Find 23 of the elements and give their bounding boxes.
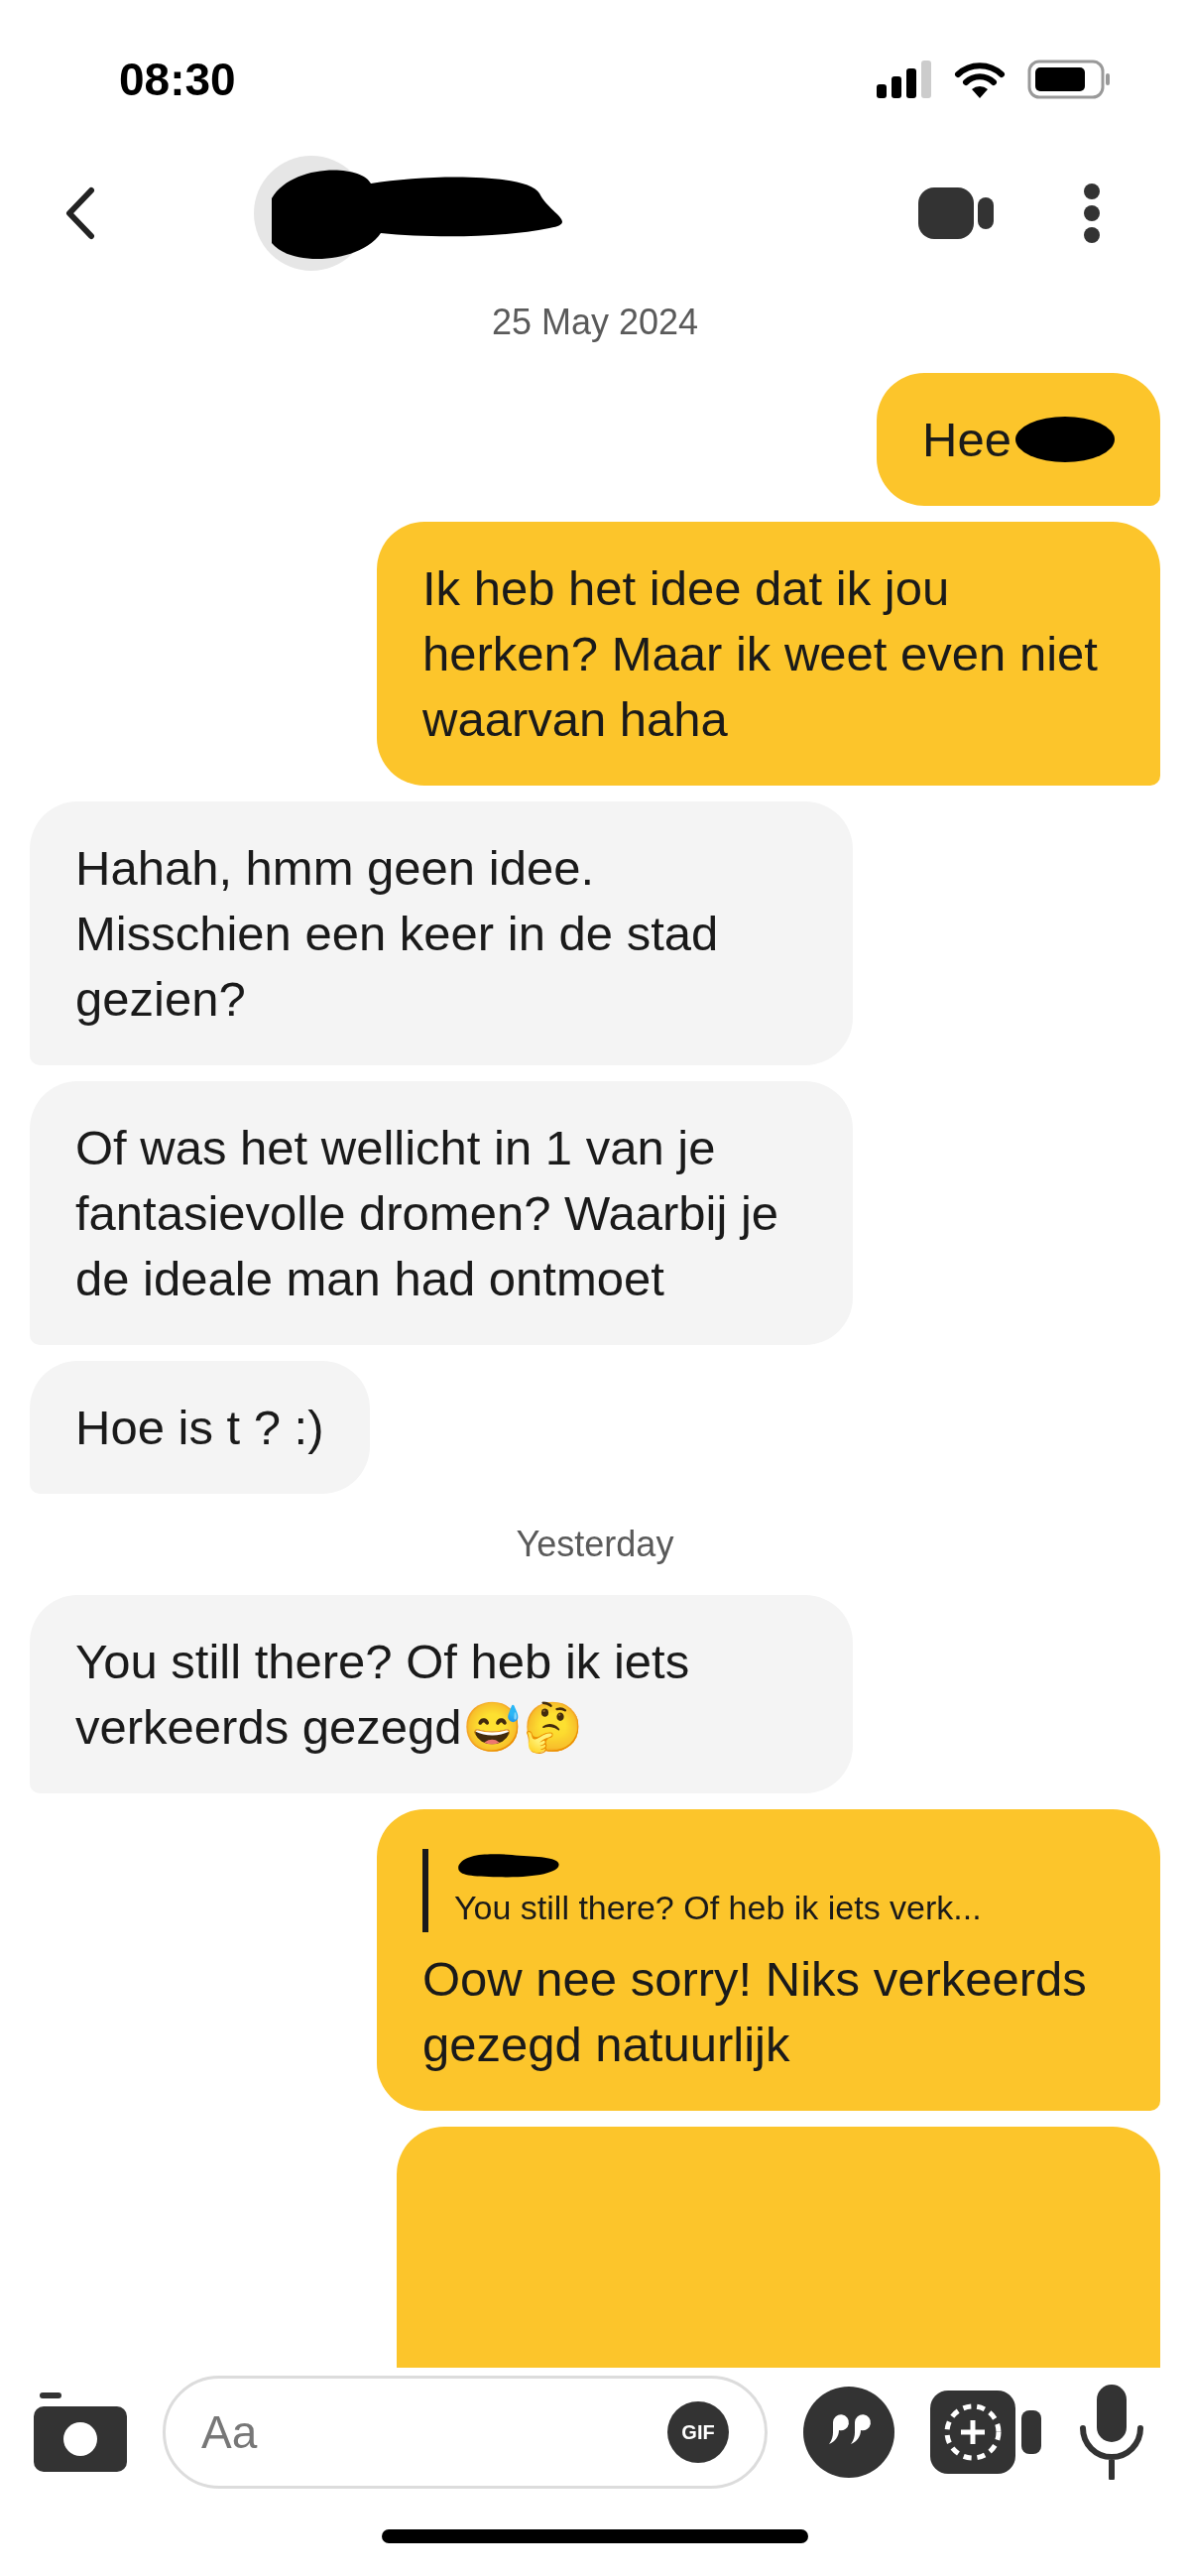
back-chevron-icon — [63, 186, 95, 240]
message-text: Hoe is t ? :) — [75, 1401, 324, 1454]
message-text: Ik heb het idee dat ik jou herken? Maar ik weet even niet waarvan haha — [422, 560, 1099, 748]
gif-button[interactable]: GIF — [667, 2401, 729, 2463]
microphone-icon[interactable] — [1077, 2385, 1146, 2480]
message-text: You still there? Of heb ik iets verkeerds gezegd😅🤔 — [75, 1635, 690, 1754]
video-add-icon[interactable] — [930, 2391, 1041, 2474]
more-options-icon[interactable] — [1083, 183, 1101, 244]
quote-icon[interactable] — [803, 2387, 894, 2478]
quoted-message: You still there? Of heb ik iets verk... — [454, 1888, 983, 1928]
message-text: Hahah, hmm geen idee. Misschien een keer in de stad gezien? — [75, 841, 719, 1026]
status-time: 08:30 — [119, 52, 236, 107]
signal-icon — [877, 61, 932, 98]
camera-icon[interactable] — [34, 2392, 127, 2472]
date-separator: 25 May 2024 — [491, 301, 699, 344]
video-camera-icon[interactable] — [918, 187, 994, 239]
message-text: Oow nee sorry! Niks verkeerds gezegd natuurlijk — [422, 1951, 1088, 2073]
battery-icon — [1027, 60, 1111, 99]
wifi-icon — [954, 61, 1006, 98]
date-separator: Yesterday — [516, 1523, 674, 1566]
message-text: Of was het wellicht in 1 van je fantasievolle dromen? Waarbij je de ideale man had ontmoet — [75, 1121, 779, 1305]
message-input-field[interactable]: Aa GIF — [163, 2376, 768, 2489]
message-text: Hee — [922, 412, 1012, 468]
